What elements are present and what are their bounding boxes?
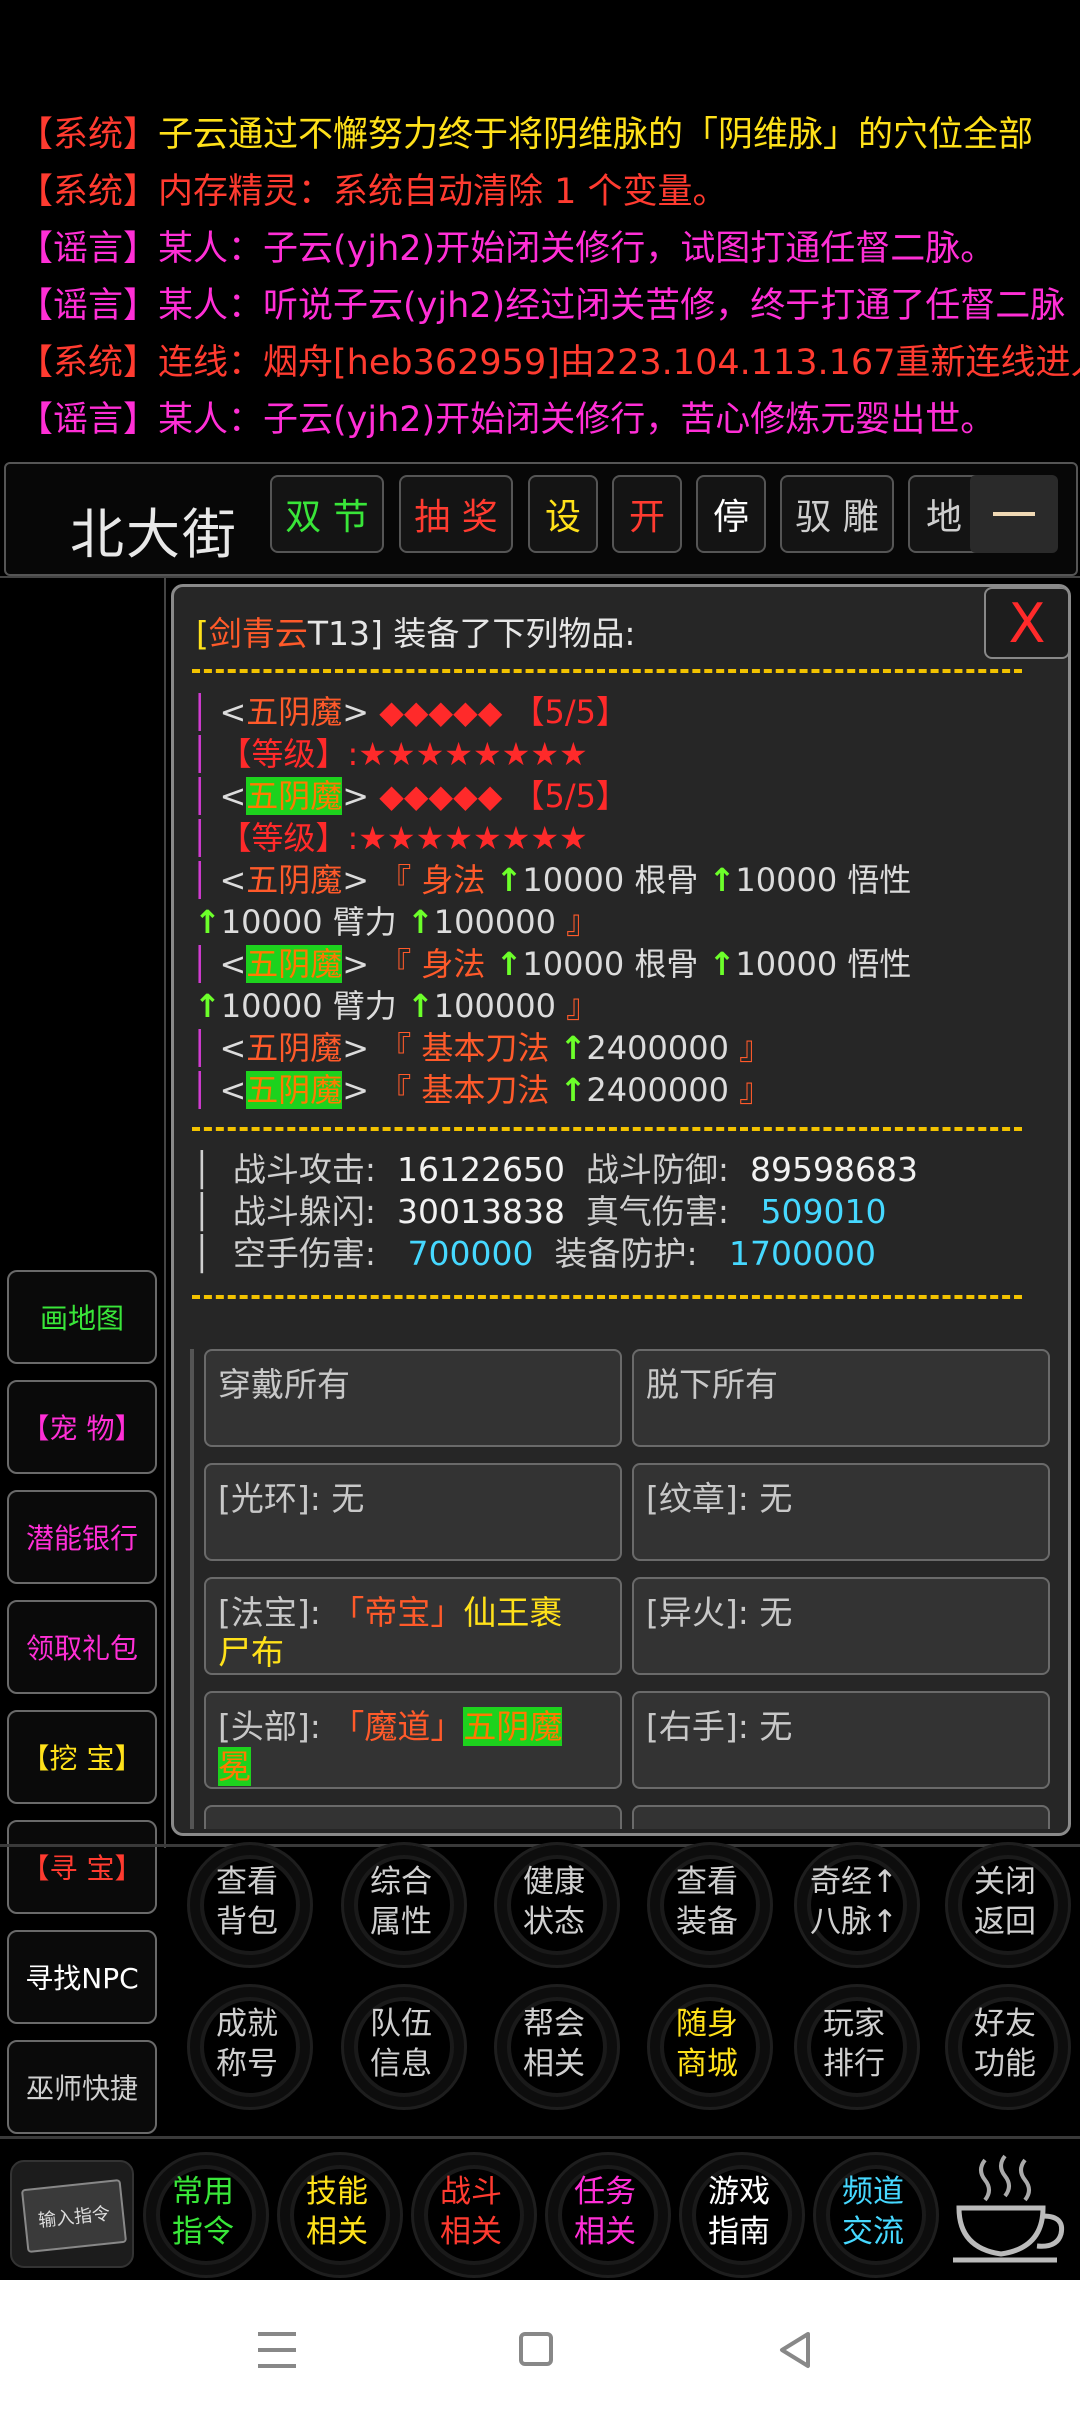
- system-nav-bar: [0, 2280, 1080, 2412]
- pet-button[interactable]: 【宠 物】: [7, 1380, 157, 1474]
- minus-icon: [993, 512, 1035, 516]
- start-button[interactable]: 开: [612, 475, 682, 553]
- item-link[interactable]: 五阴魔: [246, 861, 342, 899]
- health-status-button[interactable]: 健康 状态: [479, 1842, 629, 1968]
- back-icon[interactable]: [776, 2330, 816, 2370]
- menu-icon[interactable]: [258, 2332, 296, 2372]
- equip-line: │ <五阴魔> 『 基本刀法 ↑2400000 』: [190, 1029, 772, 1067]
- location-name: 北大街: [70, 503, 238, 566]
- slot-fire[interactable]: [异火]: 无: [632, 1577, 1050, 1675]
- divider: [0, 576, 1080, 578]
- log-line: 【谣言】某人：子云(yjh2)开始闭关修行，苦心修炼元婴出世。: [18, 400, 996, 440]
- equip-line: │ <五阴魔> ◆◆◆◆◆ 【5/5】: [190, 693, 628, 731]
- equip-line: │ <五阴魔> 『 身法 ↑10000 根骨 ↑10000 悟性: [190, 945, 912, 983]
- common-commands-button[interactable]: 常用 指令: [128, 2152, 278, 2278]
- slot-next[interactable]: [204, 1805, 622, 1829]
- equip-line: │ 【等级】:★★★★★★★★: [190, 735, 588, 773]
- log-line: 【谣言】某人：听说子云(yjh2)经过闭关苦修，终于打通了任督二脉: [18, 286, 1066, 326]
- settings-button[interactable]: 设: [528, 475, 598, 553]
- divider: [0, 2136, 1080, 2139]
- keyboard-icon: 输入指令: [20, 2178, 128, 2254]
- message-log: 【系统】子云通过不懈努力终于将阴维脉的「阴维脉」的穴位全部 【系统】内存精灵：系…: [0, 100, 1080, 460]
- potential-bank-button[interactable]: 潜能银行: [7, 1490, 157, 1584]
- claim-gift-button[interactable]: 领取礼包: [7, 1600, 157, 1694]
- game-guide-button[interactable]: 游戏 指南: [664, 2152, 814, 2278]
- wear-all-button[interactable]: 穿戴所有: [204, 1349, 622, 1447]
- view-equipment-button[interactable]: 查看 装备: [632, 1842, 782, 1968]
- player-name[interactable]: 剑青云: [209, 614, 308, 653]
- item-link[interactable]: 五阴魔: [246, 777, 343, 815]
- input-command-button[interactable]: 输入指令: [10, 2160, 134, 2268]
- skills-button[interactable]: 技能 相关: [262, 2152, 412, 2278]
- home-icon[interactable]: [519, 2332, 553, 2366]
- lottery-button[interactable]: 抽 奖: [399, 475, 513, 553]
- ranking-button[interactable]: 玩家 排行: [779, 1984, 929, 2110]
- equip-line: ↑10000 臂力 ↑100000 』: [194, 903, 599, 941]
- equip-line: │ <五阴魔> 『 身法 ↑10000 根骨 ↑10000 悟性: [190, 861, 912, 899]
- log-line: 【系统】内存精灵：系统自动清除 1 个变量。: [18, 172, 728, 212]
- equip-line: │ <五阴魔> ◆◆◆◆◆ 【5/5】: [190, 777, 628, 815]
- item-link[interactable]: 五阴魔: [246, 1029, 342, 1067]
- team-info-button[interactable]: 队伍 信息: [326, 1984, 476, 2110]
- meridians-button[interactable]: 奇经↑ 八脉↑: [779, 1842, 929, 1968]
- achievements-button[interactable]: 成就 称号: [172, 1984, 322, 2110]
- slot-head[interactable]: [头部]: 「魔道」五阴魔冕: [204, 1691, 622, 1789]
- tea-cup-icon[interactable]: [945, 2150, 1070, 2270]
- find-npc-button[interactable]: 寻找NPC: [7, 1930, 157, 2024]
- double-festival-button[interactable]: 双 节: [270, 475, 384, 553]
- quests-button[interactable]: 任务 相关: [530, 2152, 680, 2278]
- channels-button[interactable]: 频道 交流: [798, 2152, 948, 2278]
- equipment-dialog: [剑青云T13] 装备了下列物品: X │ <五阴魔> ◆◆◆◆◆ 【5/5】 …: [171, 584, 1071, 1836]
- slot-right-hand[interactable]: [右手]: 无: [632, 1691, 1050, 1789]
- slot-emblem[interactable]: [纹章]: 无: [632, 1463, 1050, 1561]
- divider: [192, 669, 1022, 673]
- combat-button[interactable]: 战斗 相关: [396, 2152, 546, 2278]
- stat-line: │ 战斗躲闪: 30013838 真气伤害: 509010: [192, 1192, 887, 1231]
- dig-treasure-button[interactable]: 【挖 宝】: [7, 1710, 157, 1804]
- item-link[interactable]: 五阴魔: [246, 693, 342, 731]
- map-button[interactable]: 地: [908, 475, 978, 553]
- slot-treasure[interactable]: [法宝]: 「帝宝」仙王裹 尸布: [204, 1577, 622, 1675]
- ride-eagle-button[interactable]: 驭 雕: [780, 475, 894, 553]
- stat-line: │ 战斗攻击: 16122650 战斗防御: 89598683: [192, 1150, 918, 1189]
- close-button[interactable]: X: [984, 587, 1068, 659]
- wizard-shortcut-button[interactable]: 巫师快捷: [7, 2040, 157, 2134]
- stop-button[interactable]: 停: [696, 475, 766, 553]
- equip-line: │ <五阴魔> 『 基本刀法 ↑2400000 』: [190, 1071, 772, 1109]
- seek-treasure-button[interactable]: 【寻 宝】: [7, 1820, 157, 1914]
- divider: [192, 1127, 1022, 1131]
- dialog-title: [剑青云T13] 装备了下列物品:: [196, 614, 636, 653]
- shop-button[interactable]: 随身 商城: [632, 1984, 782, 2110]
- divider: [164, 578, 166, 1848]
- equip-line: │ 【等级】:★★★★★★★★: [190, 819, 588, 857]
- item-link[interactable]: 五阴魔: [246, 945, 343, 983]
- slot-halo[interactable]: [光环]: 无: [204, 1463, 622, 1561]
- log-line: 【系统】子云通过不懈努力终于将阴维脉的「阴维脉」的穴位全部: [18, 115, 1034, 155]
- log-line: 【谣言】某人：子云(yjh2)开始闭关修行，试图打通任督二脉。: [18, 229, 996, 269]
- equip-line: ↑10000 臂力 ↑100000 』: [194, 987, 599, 1025]
- stat-line: │ 空手伤害: 700000 装备防护: 1700000: [192, 1234, 877, 1273]
- guild-button[interactable]: 帮会 相关: [479, 1984, 629, 2110]
- log-line: 【系统】连线：烟舟[heb362959]由223.104.113.167重新连线…: [18, 343, 1080, 383]
- attributes-button[interactable]: 综合 属性: [326, 1842, 476, 1968]
- friends-button[interactable]: 好友 功能: [930, 1984, 1080, 2110]
- slot-next[interactable]: [632, 1805, 1050, 1829]
- draw-map-button[interactable]: 画地图: [7, 1270, 157, 1364]
- view-bag-button[interactable]: 查看 背包: [172, 1842, 322, 1968]
- equipment-slots: 穿戴所有 脱下所有 [光环]: 无 [纹章]: 无 [法宝]: 「帝宝」仙王裹尸…: [190, 1349, 1064, 1829]
- divider: [192, 1295, 1022, 1299]
- collapse-button[interactable]: [970, 475, 1058, 553]
- close-return-button[interactable]: 关闭 返回: [930, 1842, 1080, 1968]
- remove-all-button[interactable]: 脱下所有: [632, 1349, 1050, 1447]
- item-link[interactable]: 五阴魔: [246, 1071, 343, 1109]
